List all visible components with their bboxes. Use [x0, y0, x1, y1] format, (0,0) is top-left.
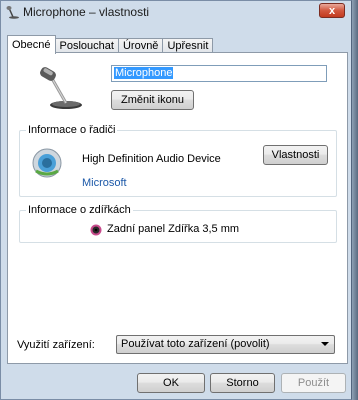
ok-button[interactable]: OK — [137, 373, 205, 393]
cancel-button[interactable]: Storno — [210, 373, 275, 393]
device-name-input[interactable]: Microphone — [111, 65, 327, 82]
jack-description: Zadní panel Zdířka 3,5 mm — [107, 223, 240, 235]
controller-name: High Definition Audio Device — [82, 153, 221, 165]
desktop-edge — [352, 0, 358, 400]
device-usage-label: Využití zařízení: — [17, 339, 95, 351]
general-tab-panel: Microphone Změnit ikonu Informace o řadi… — [7, 52, 348, 364]
apply-button[interactable]: Použít — [281, 373, 346, 393]
controller-group-label: Informace o řadiči — [26, 124, 118, 136]
controller-info-group: Informace o řadiči High Definition Audio… — [19, 124, 337, 197]
title-bar[interactable]: Microphone – vlastnosti x — [1, 1, 351, 23]
close-button[interactable]: x — [319, 3, 345, 18]
tab-general[interactable]: Obecné — [7, 35, 56, 54]
audio-jack-icon — [90, 224, 102, 236]
audio-controller-icon — [32, 148, 62, 178]
jack-info-group: Informace o zdířkách Zadní panel Zdířka … — [19, 204, 337, 243]
change-icon-button[interactable]: Změnit ikonu — [111, 90, 194, 110]
device-usage-select[interactable]: Používat toto zařízení (povolit) — [116, 335, 335, 354]
properties-dialog: Microphone – vlastnosti x Obecné Poslouc… — [0, 0, 352, 400]
device-name-value: Microphone — [114, 67, 174, 79]
chevron-down-icon — [321, 342, 329, 346]
device-usage-value: Používat toto zařízení (povolit) — [121, 338, 270, 350]
properties-button[interactable]: Vlastnosti — [263, 145, 328, 165]
jack-group-label: Informace o zdířkách — [26, 204, 133, 216]
controller-vendor: Microsoft — [82, 177, 127, 189]
microphone-icon — [6, 6, 19, 19]
window-title: Microphone – vlastnosti — [23, 5, 150, 19]
tab-strip: Obecné Poslouchat Úrovně Upřesnit — [7, 35, 214, 54]
microphone-device-icon — [40, 67, 82, 109]
